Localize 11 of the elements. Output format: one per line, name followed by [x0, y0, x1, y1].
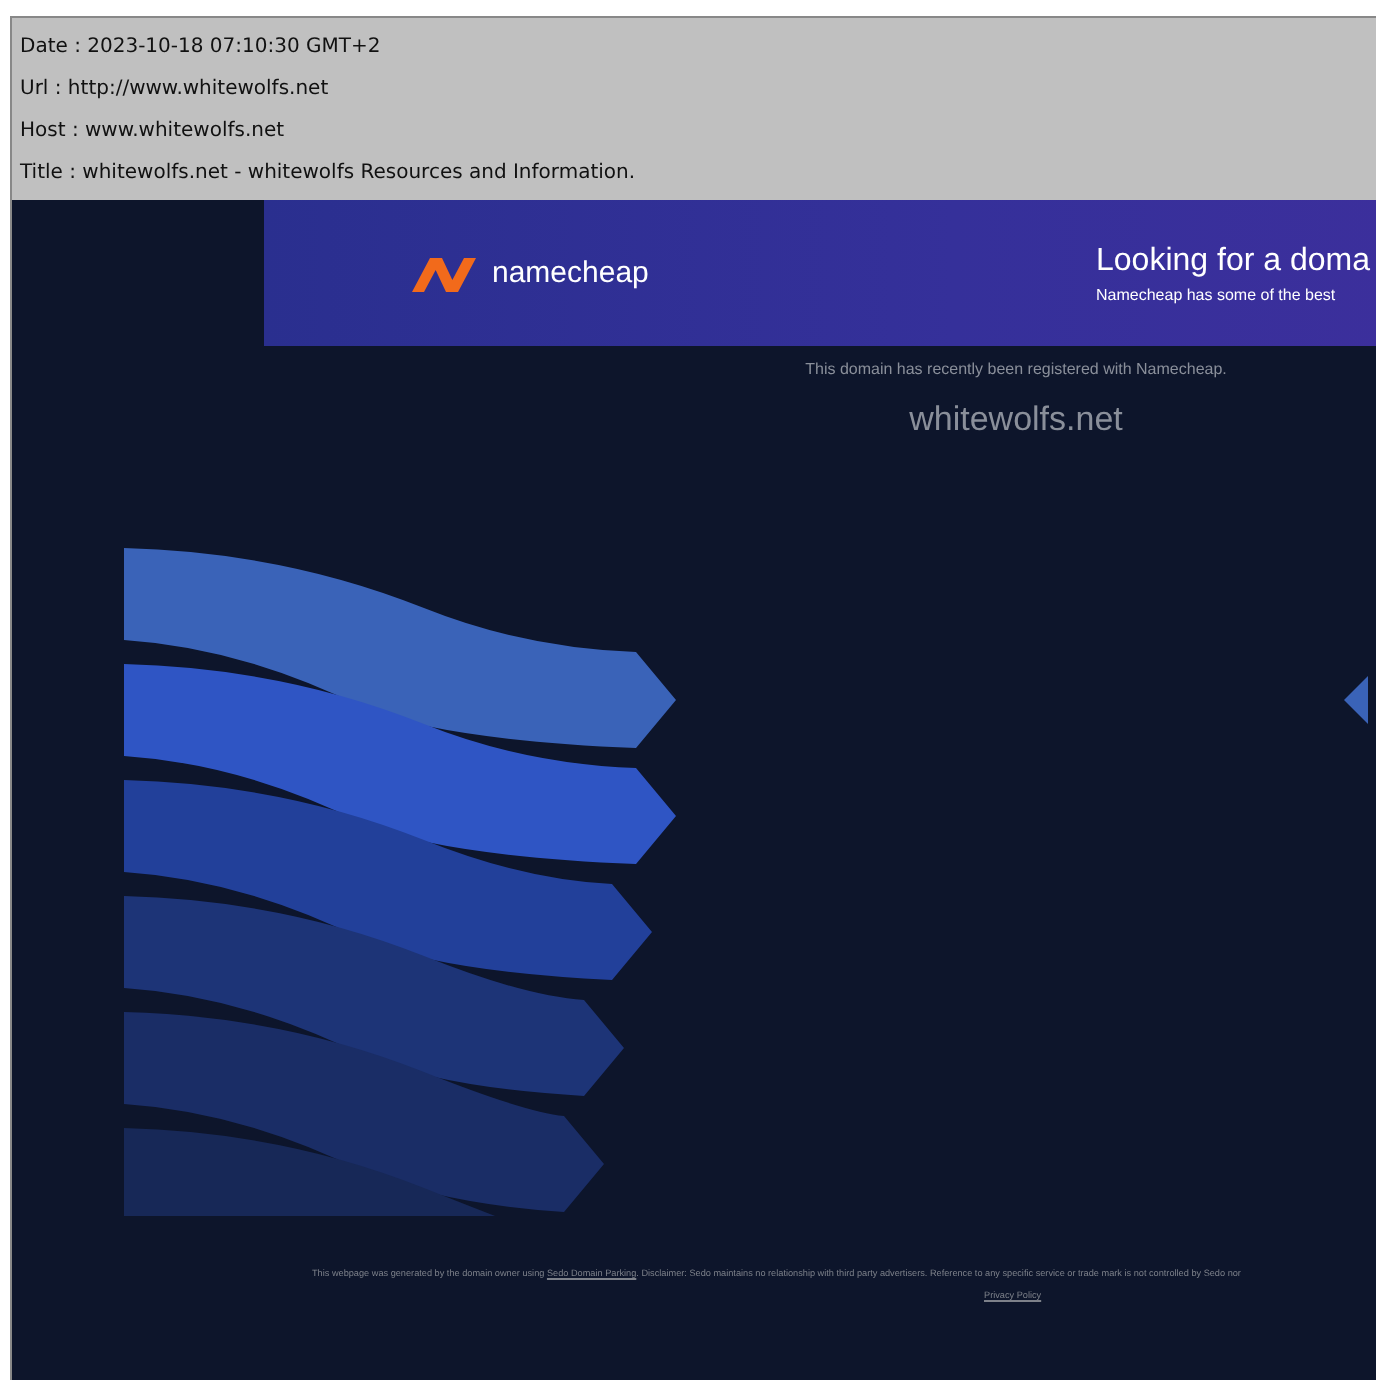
- arrow-shape-icon: [1344, 676, 1368, 724]
- banner-subline: Namecheap has some of the best: [1096, 285, 1336, 303]
- info-line: Date : 2023-10-18 07:10:30 GMT+2: [20, 34, 381, 62]
- banner-headline: Looking for a doma: [1096, 243, 1370, 279]
- domain-title: whitewolfs.net: [909, 400, 1123, 440]
- info-line: Url : http://www.whitewolfs.net: [20, 76, 329, 104]
- registration-notice: This domain has recently been registered with Namecheap.: [805, 360, 1227, 378]
- brand-name: namecheap: [492, 256, 649, 290]
- ad-banner[interactable]: namecheap Looking for a doma Namecheap has some of the best: [264, 200, 1376, 346]
- info-line: Title : whitewolfs.net - whitewolfs Resources and Information.: [20, 160, 636, 188]
- info-line: Host : www.whitewolfs.net: [20, 118, 285, 146]
